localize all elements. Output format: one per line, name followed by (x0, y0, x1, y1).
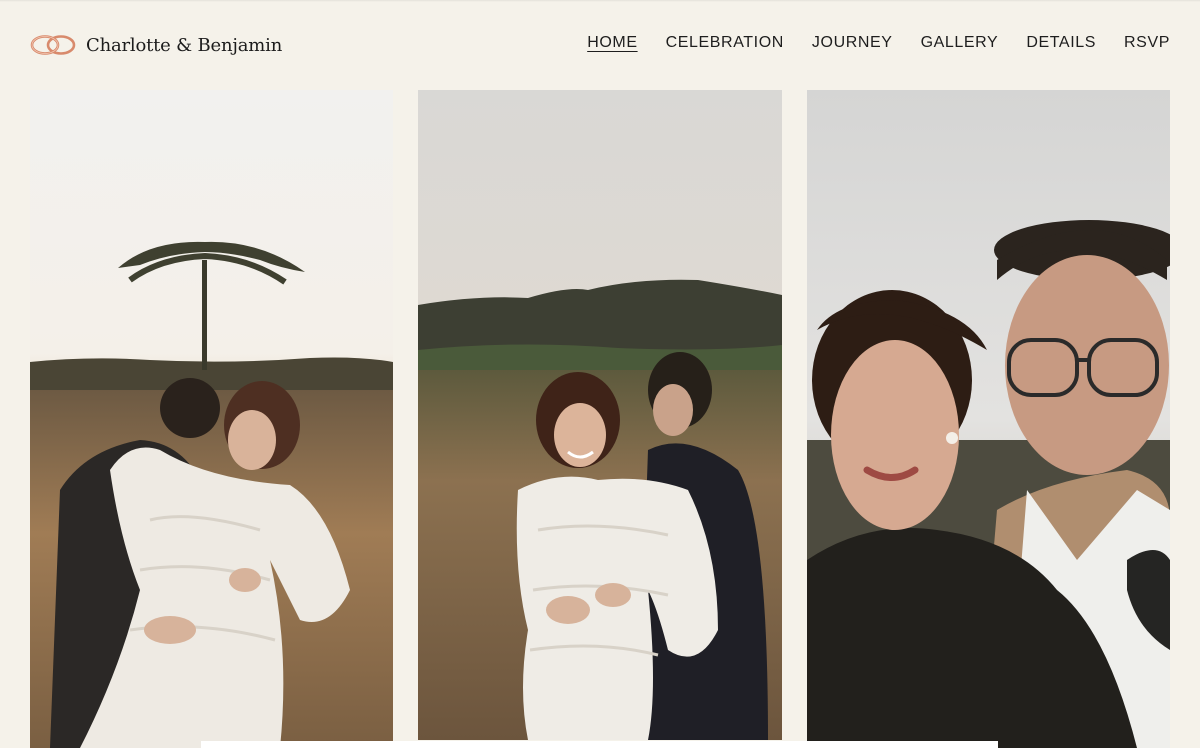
nav-journey[interactable]: JOURNEY (812, 34, 893, 52)
photo-couple-portrait-image (807, 90, 1170, 748)
photo-gallery (30, 90, 1170, 748)
main-nav: HOME CELEBRATION JOURNEY GALLERY DETAILS… (587, 34, 1170, 52)
nav-rsvp[interactable]: RSVP (1124, 34, 1170, 52)
site-name: Charlotte & Benjamin (86, 34, 283, 56)
site-header: Charlotte & Benjamin HOME CELEBRATION JO… (0, 0, 1200, 90)
gallery-photo-3[interactable] (807, 90, 1170, 748)
nav-details[interactable]: DETAILS (1026, 34, 1096, 52)
nav-celebration[interactable]: CELEBRATION (666, 34, 784, 52)
page: Charlotte & Benjamin HOME CELEBRATION JO… (0, 0, 1200, 748)
gallery-photo-2[interactable] (418, 90, 782, 740)
nav-gallery[interactable]: GALLERY (921, 34, 999, 52)
interlocked-rings-icon (30, 35, 76, 55)
nav-home[interactable]: HOME (587, 34, 637, 52)
bottom-overlay-bar (201, 741, 998, 748)
photo-couple-tree-image (30, 90, 393, 748)
gallery-photo-1[interactable] (30, 90, 393, 748)
photo-couple-meadow-image (418, 90, 782, 740)
header-shadow (0, 0, 1200, 2)
brand[interactable]: Charlotte & Benjamin (30, 28, 282, 62)
